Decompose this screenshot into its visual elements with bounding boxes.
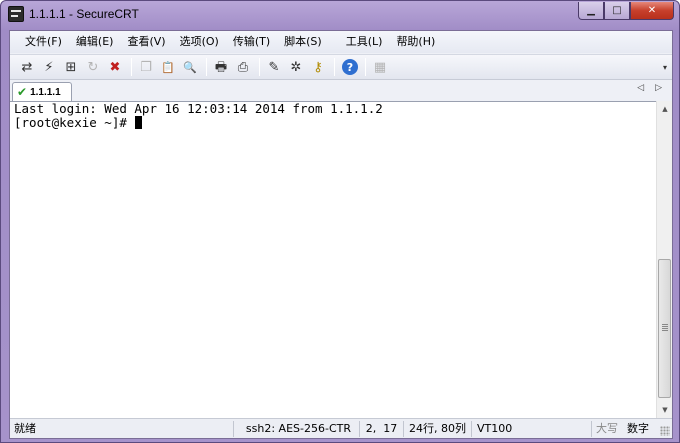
toolbar-separator (334, 58, 335, 76)
reconnect-icon[interactable]: ↻ (83, 57, 103, 77)
status-caps-lock: 大写 (596, 421, 618, 435)
toolbar-separator (131, 58, 132, 76)
tab-scroll-right-icon[interactable]: ▷ (655, 83, 662, 93)
toolbar-separator (259, 58, 260, 76)
scroll-up-arrow-icon[interactable]: ▲ (657, 101, 673, 117)
status-cursor-position: 2, 17 (360, 420, 404, 437)
menu-options[interactable]: 选项(O) (173, 32, 226, 52)
title-bar[interactable]: 1.1.1.1 - SecureCRT ▁ □ ✕ (1, 1, 679, 29)
tab-label: 1.1.1.1 (30, 86, 61, 98)
terminal-screen[interactable]: Last login: Wed Apr 16 12:03:14 2014 fro… (10, 101, 656, 418)
global-options-icon[interactable]: ✲ (286, 57, 306, 77)
paste-icon[interactable]: 📋 (158, 57, 178, 77)
disconnect-icon[interactable]: ✖ (105, 57, 125, 77)
resize-grip-icon[interactable] (660, 426, 670, 436)
status-terminal-type: VT100 (472, 420, 592, 437)
status-num-lock: 数字 (627, 421, 649, 435)
window-title: 1.1.1.1 - SecureCRT (29, 7, 139, 21)
session-options-icon[interactable]: ✎ (264, 57, 284, 77)
client-area: 文件(F) 编辑(E) 查看(V) 选项(O) 传输(T) 脚本(S) 工具(L… (9, 30, 673, 439)
connect-in-tab-icon[interactable]: ⊞ (61, 57, 81, 77)
toolbar-overflow-icon[interactable]: ▾ (661, 59, 669, 77)
key-manager-icon[interactable]: ⚷ (308, 57, 328, 77)
minimize-button[interactable]: ▁ (578, 2, 604, 20)
print-icon[interactable]: 🖶 (211, 57, 231, 77)
scrollbar-thumb[interactable] (658, 259, 671, 398)
session-tab-strip: ✔ 1.1.1.1 ◁ ▷ (10, 81, 672, 101)
terminal-cursor (135, 116, 143, 129)
keymap-icon[interactable]: ▦ (370, 57, 390, 77)
terminal-scrollbar[interactable]: ▲ ▼ (656, 101, 672, 418)
quick-connect-icon[interactable]: ⚡ (39, 57, 59, 77)
toolbar: ⇄ ⚡ ⊞ ↻ ✖ ❐ 📋 🔍 🖶 ⎙ ✎ ✲ ⚷ ? ▦ ▾ (10, 54, 672, 80)
help-icon[interactable]: ? (342, 59, 358, 75)
menu-help[interactable]: 帮助(H) (389, 32, 442, 52)
menu-tools[interactable]: 工具(L) (339, 32, 390, 52)
status-rows-cols: 24行, 80列 (404, 420, 472, 437)
menu-file[interactable]: 文件(F) (18, 32, 69, 52)
scroll-down-arrow-icon[interactable]: ▼ (657, 402, 673, 418)
status-bar: 就绪 ssh2: AES-256-CTR 2, 17 24行, 80列 VT10… (10, 418, 672, 438)
window-controls: ▁ □ ✕ (578, 2, 674, 20)
scrollbar-grip-icon (662, 324, 668, 331)
maximize-button[interactable]: □ (604, 2, 630, 20)
app-window: 1.1.1.1 - SecureCRT ▁ □ ✕ 文件(F) 编辑(E) 查看… (0, 0, 680, 443)
status-ready: 就绪 (10, 420, 234, 437)
securecrt-app-icon[interactable] (8, 6, 24, 22)
menu-view[interactable]: 查看(V) (120, 32, 172, 52)
tab-session-1-1-1-1[interactable]: ✔ 1.1.1.1 (12, 82, 72, 101)
copy-icon[interactable]: ❐ (136, 57, 156, 77)
menu-bar: 文件(F) 编辑(E) 查看(V) 选项(O) 传输(T) 脚本(S) 工具(L… (10, 31, 672, 53)
terminal-prompt-line: [root@kexie ~]# (14, 116, 656, 130)
check-icon: ✔ (17, 85, 28, 99)
status-cipher: ssh2: AES-256-CTR (234, 420, 360, 437)
toolbar-separator (365, 58, 366, 76)
print-setup-icon[interactable]: ⎙ (233, 57, 253, 77)
menu-edit[interactable]: 编辑(E) (69, 32, 121, 52)
tab-scroll-left-icon[interactable]: ◁ (637, 83, 644, 93)
close-button[interactable]: ✕ (630, 2, 674, 20)
menu-transfer[interactable]: 传输(T) (226, 32, 277, 52)
terminal-line: Last login: Wed Apr 16 12:03:14 2014 fro… (14, 101, 383, 116)
find-icon[interactable]: 🔍 (180, 57, 200, 77)
toolbar-separator (206, 58, 207, 76)
terminal-prompt: [root@kexie ~]# (14, 115, 135, 130)
connect-icon[interactable]: ⇄ (17, 57, 37, 77)
menu-script[interactable]: 脚本(S) (277, 32, 329, 52)
